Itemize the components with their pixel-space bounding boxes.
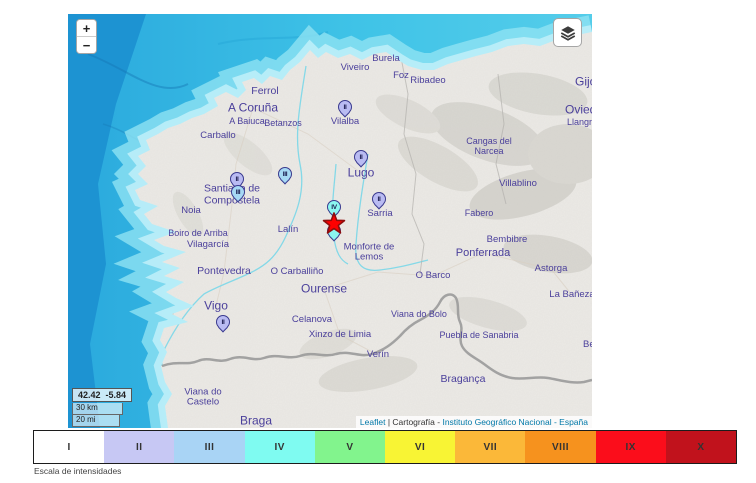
scale-bar-mi: 20 mi — [72, 415, 120, 427]
legend-segment-VIII: VIII — [525, 431, 595, 463]
zoom-in-button[interactable]: + — [77, 20, 96, 36]
legend-segment-I: I — [34, 431, 104, 463]
leaflet-link[interactable]: Leaflet — [360, 417, 386, 427]
legend-segment-IX: IX — [596, 431, 666, 463]
intensity-marker-III[interactable]: III — [278, 167, 292, 181]
legend-title: Escala de intensidades — [34, 466, 121, 476]
intensity-marker-II[interactable]: II — [372, 192, 386, 206]
intensity-marker-II[interactable]: II — [338, 100, 352, 114]
intensity-marker-II[interactable]: II — [354, 150, 368, 164]
legend-segment-II: II — [104, 431, 174, 463]
zoom-control: + − — [76, 19, 97, 54]
intensity-marker-III[interactable]: III — [231, 185, 245, 199]
scale-bar-km: 30 km — [72, 403, 123, 415]
intensity-marker-II[interactable]: II — [216, 315, 230, 329]
mouse-coordinates: 42.42 -5.84 — [72, 388, 132, 402]
epicenter-star-icon[interactable] — [320, 210, 348, 238]
ign-link[interactable]: Instituto Geográfico Nacional - España — [442, 417, 588, 427]
attribution: Leaflet | Cartografía - Instituto Geográ… — [356, 416, 592, 428]
legend-segment-III: III — [174, 431, 244, 463]
legend-segment-VI: VI — [385, 431, 455, 463]
layers-control-button[interactable] — [553, 18, 582, 47]
legend-segment-VII: VII — [455, 431, 525, 463]
zoom-out-button[interactable]: − — [77, 36, 96, 53]
layers-icon — [559, 24, 577, 42]
legend-segment-IV: IV — [245, 431, 315, 463]
page: GijónOviedoLlangréuBurelaViveiroFozRibad… — [0, 0, 756, 483]
legend-segment-X: X — [666, 431, 736, 463]
map-canvas[interactable]: GijónOviedoLlangréuBurelaViveiroFozRibad… — [68, 14, 592, 428]
attribution-text: | Cartografía - — [385, 417, 442, 427]
intensity-scale-legend: IIIIIIIVVVIVIIVIIIIXX — [33, 430, 737, 464]
intensity-marker-II[interactable]: II — [230, 172, 244, 186]
legend-segment-V: V — [315, 431, 385, 463]
